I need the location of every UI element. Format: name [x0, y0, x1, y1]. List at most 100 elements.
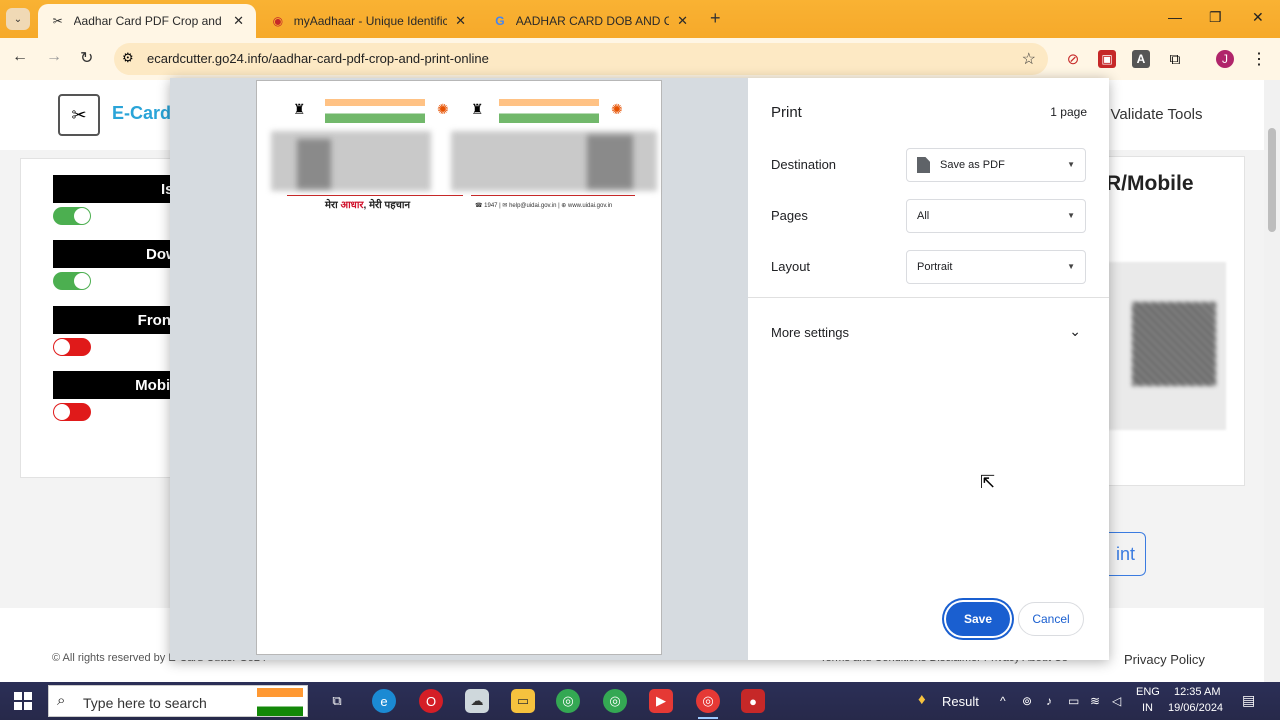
cancel-button[interactable]: Cancel	[1018, 602, 1084, 636]
reload-icon[interactable]: ↻	[80, 48, 93, 68]
tab-title: Aadhar Card PDF Crop and Prin	[73, 14, 226, 28]
redacted-photo	[297, 139, 331, 189]
clock-time[interactable]: 12:35 AM	[1174, 686, 1220, 698]
volume-icon[interactable]: ◁	[1112, 694, 1121, 708]
aadhaar-icon: ◉	[272, 14, 284, 28]
wifi-icon[interactable]: ≋	[1090, 694, 1100, 708]
pages-label: Pages	[771, 208, 808, 223]
redacted-front	[271, 131, 431, 191]
chrome-active-icon[interactable]: ◎	[696, 689, 720, 713]
forward-icon[interactable]: →	[46, 48, 62, 66]
network-icon[interactable]: ⊚	[1022, 694, 1032, 708]
tab-myaadhaar[interactable]: ◉ myAadhaar - Unique Identificat ✕	[258, 4, 478, 38]
print-preview-pane: ♜ ✺ ♜ ✺ मेरा आधार, मेरी पहचान ☎ 1947 | ✉…	[170, 78, 748, 660]
save-button[interactable]: Save	[946, 602, 1010, 636]
google-icon: G	[495, 14, 505, 28]
emblem-icon: ♜	[293, 101, 306, 117]
more-settings-toggle[interactable]: More settings	[771, 325, 849, 340]
tab-aadhar-crop[interactable]: ✂ Aadhar Card PDF Crop and Prin ✕	[38, 4, 256, 38]
close-window-icon[interactable]: ✕	[1252, 9, 1264, 26]
pages-value: All	[917, 210, 930, 222]
dropdown-caret-icon: ▼	[1067, 211, 1075, 220]
emblem-icon: ♜	[471, 101, 484, 117]
clock-date[interactable]: 19/06/2024	[1168, 702, 1223, 714]
qr-code-image	[1132, 302, 1216, 386]
layout-select[interactable]: Portrait ▼	[906, 250, 1086, 284]
print-settings-pane: Print 1 page Destination Save as PDF ▼ P…	[748, 78, 1109, 660]
a-extension-icon[interactable]: A	[1132, 50, 1150, 68]
helpline-text: ☎ 1947 | ✉ help@uidai.gov.in | ⊕ www.uid…	[475, 203, 613, 209]
active-indicator	[698, 717, 718, 719]
chrome-icon[interactable]: ◎	[556, 689, 580, 713]
aadhaar-logo-icon: ✺	[611, 101, 623, 117]
page-scrollbar[interactable]	[1264, 80, 1280, 682]
site-logo-icon[interactable]: ✂	[58, 94, 100, 136]
browser-toolbar: ← → ↻ ⚙ ecardcutter.go24.info/aadhar-car…	[0, 38, 1280, 80]
back-icon[interactable]: ←	[12, 48, 28, 66]
screen-recorder-icon[interactable]: ●	[741, 689, 765, 713]
tray-result[interactable]: Result	[942, 694, 979, 709]
windows-start-icon[interactable]	[14, 692, 32, 710]
url-text[interactable]: ecardcutter.go24.info/aadhar-card-pdf-cr…	[147, 51, 489, 66]
destination-label: Destination	[771, 157, 837, 172]
destination-select[interactable]: Save as PDF ▼	[906, 148, 1086, 182]
print-dialog: ♜ ✺ ♜ ✺ मेरा आधार, मेरी पहचान ☎ 1947 | ✉…	[170, 78, 1109, 660]
result-icon[interactable]: ♦	[918, 691, 926, 708]
toggle-mobile[interactable]	[53, 403, 91, 421]
toggle-front[interactable]	[53, 338, 91, 356]
extensions-puzzle-icon[interactable]: ⧉	[1166, 50, 1184, 68]
edge-icon[interactable]: e	[372, 689, 396, 713]
toggle-download[interactable]	[53, 272, 91, 290]
aadhaar-logo-icon: ✺	[437, 101, 449, 117]
taskbar-search-box[interactable]: ⌕ Type here to search	[48, 685, 308, 717]
battery-icon[interactable]: ▭	[1068, 694, 1079, 708]
windows-taskbar: ⌕ Type here to search ⧉ e O ☁ ▭ ◎ ◎ ▶ ◎ …	[0, 682, 1280, 720]
close-tab-icon[interactable]: ✕	[455, 13, 466, 29]
video-app-icon[interactable]: ▶	[649, 689, 673, 713]
pdf-file-icon	[917, 157, 930, 173]
task-view-icon[interactable]: ⧉	[325, 689, 349, 713]
scroll-thumb[interactable]	[1268, 128, 1276, 232]
tab-aadhar-dob[interactable]: G AADHAR CARD DOB AND CITIZ ✕	[480, 4, 700, 38]
new-tab-icon[interactable]: +	[710, 8, 721, 29]
section-heading: R/Mobile	[1106, 172, 1194, 195]
divider-red	[287, 195, 463, 196]
address-bar[interactable]: ⚙ ecardcutter.go24.info/aadhar-card-pdf-…	[114, 43, 1048, 75]
site-info-icon[interactable]: ⚙	[122, 50, 134, 66]
chevron-down-icon[interactable]: ⌄	[1069, 323, 1081, 340]
chrome-profile-icon[interactable]: ◎	[603, 689, 627, 713]
tab-title: AADHAR CARD DOB AND CITIZ	[515, 14, 670, 28]
close-tab-icon[interactable]: ✕	[233, 13, 244, 29]
notifications-icon[interactable]: ▤	[1242, 692, 1255, 709]
file-explorer-icon[interactable]: ▭	[511, 689, 535, 713]
search-placeholder: Type here to search	[83, 695, 207, 711]
menu-kebab-icon[interactable]: ⋮	[1250, 50, 1268, 68]
print-button[interactable]: int	[1106, 532, 1146, 576]
chevron-up-icon[interactable]: ^	[1000, 694, 1006, 708]
search-highlight-image[interactable]	[257, 688, 303, 716]
bookmark-star-icon[interactable]: ☆	[1022, 49, 1036, 69]
minimize-icon[interactable]: —	[1168, 9, 1182, 25]
block-extension-icon[interactable]: ⊘	[1064, 50, 1082, 68]
region-indicator[interactable]: IN	[1142, 702, 1153, 714]
tab-search-button[interactable]: ⌄	[6, 8, 30, 30]
restore-icon[interactable]: ❐	[1209, 9, 1222, 26]
language-indicator[interactable]: ENG	[1136, 686, 1160, 698]
cloud-app-icon[interactable]: ☁	[465, 689, 489, 713]
settings-divider	[748, 297, 1109, 298]
opera-icon[interactable]: O	[419, 689, 443, 713]
preview-page: ♜ ✺ ♜ ✺ मेरा आधार, मेरी पहचान ☎ 1947 | ✉…	[256, 80, 662, 655]
print-title: Print	[771, 104, 802, 121]
nav-validate-tools[interactable]: e Validate Tools	[1098, 106, 1203, 123]
footer-privacy-link[interactable]: Privacy Policy	[1124, 652, 1205, 667]
toggle-issue[interactable]	[53, 207, 91, 225]
profile-avatar[interactable]: J	[1216, 50, 1234, 68]
scissors-icon: ✂	[52, 14, 63, 28]
pages-select[interactable]: All ▼	[906, 199, 1086, 233]
site-logo-text[interactable]: E-Card	[112, 103, 171, 124]
microphone-icon[interactable]: ♪	[1046, 694, 1052, 708]
record-extension-icon[interactable]: ▣	[1098, 50, 1116, 68]
mouse-cursor-icon: ⇱	[980, 472, 996, 492]
close-tab-icon[interactable]: ✕	[677, 13, 688, 29]
dropdown-caret-icon: ▼	[1067, 160, 1075, 169]
